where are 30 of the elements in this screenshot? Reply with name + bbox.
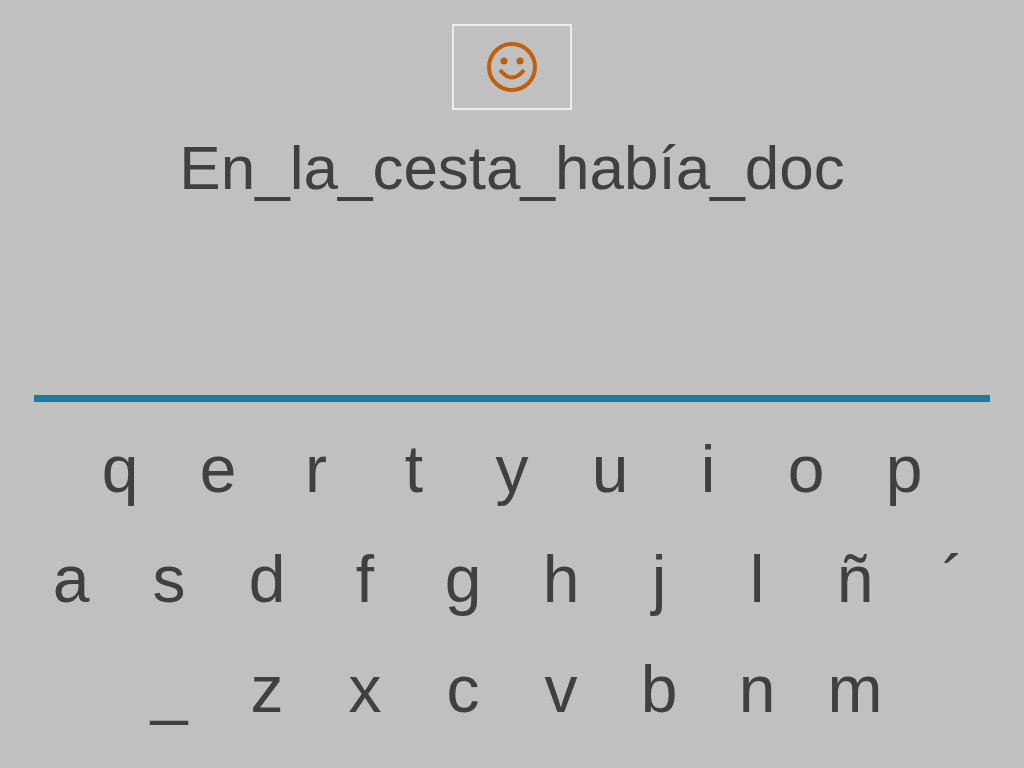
- letter-key[interactable]: t: [365, 420, 463, 518]
- letter-key[interactable]: r: [267, 420, 365, 518]
- letter-key[interactable]: c: [414, 640, 512, 738]
- letter-key[interactable]: y: [463, 420, 561, 518]
- letter-key[interactable]: ´: [904, 530, 1002, 628]
- smiley-icon: [486, 41, 538, 93]
- letter-key[interactable]: f: [316, 530, 414, 628]
- letter-key[interactable]: ñ: [806, 530, 904, 628]
- letter-key[interactable]: i: [659, 420, 757, 518]
- letter-key[interactable]: a: [22, 530, 120, 628]
- letter-key[interactable]: g: [414, 530, 512, 628]
- letter-key[interactable]: l: [708, 530, 806, 628]
- letter-key[interactable]: p: [855, 420, 953, 518]
- letter-key[interactable]: j: [610, 530, 708, 628]
- letter-key[interactable]: m: [806, 640, 904, 738]
- letter-key[interactable]: u: [561, 420, 659, 518]
- smiley-button[interactable]: [452, 24, 572, 110]
- letter-key[interactable]: s: [120, 530, 218, 628]
- letter-key[interactable]: z: [218, 640, 316, 738]
- letter-key[interactable]: q: [71, 420, 169, 518]
- letter-key[interactable]: x: [316, 640, 414, 738]
- letter-key[interactable]: d: [218, 530, 316, 628]
- answer-text: En_la_cesta_había_doc: [178, 132, 846, 204]
- letter-key[interactable]: e: [169, 420, 267, 518]
- letter-key[interactable]: _: [120, 640, 218, 738]
- letter-key[interactable]: v: [512, 640, 610, 738]
- letter-key[interactable]: n: [708, 640, 806, 738]
- letter-key[interactable]: b: [610, 640, 708, 738]
- letter-key[interactable]: o: [757, 420, 855, 518]
- letter-key[interactable]: h: [512, 530, 610, 628]
